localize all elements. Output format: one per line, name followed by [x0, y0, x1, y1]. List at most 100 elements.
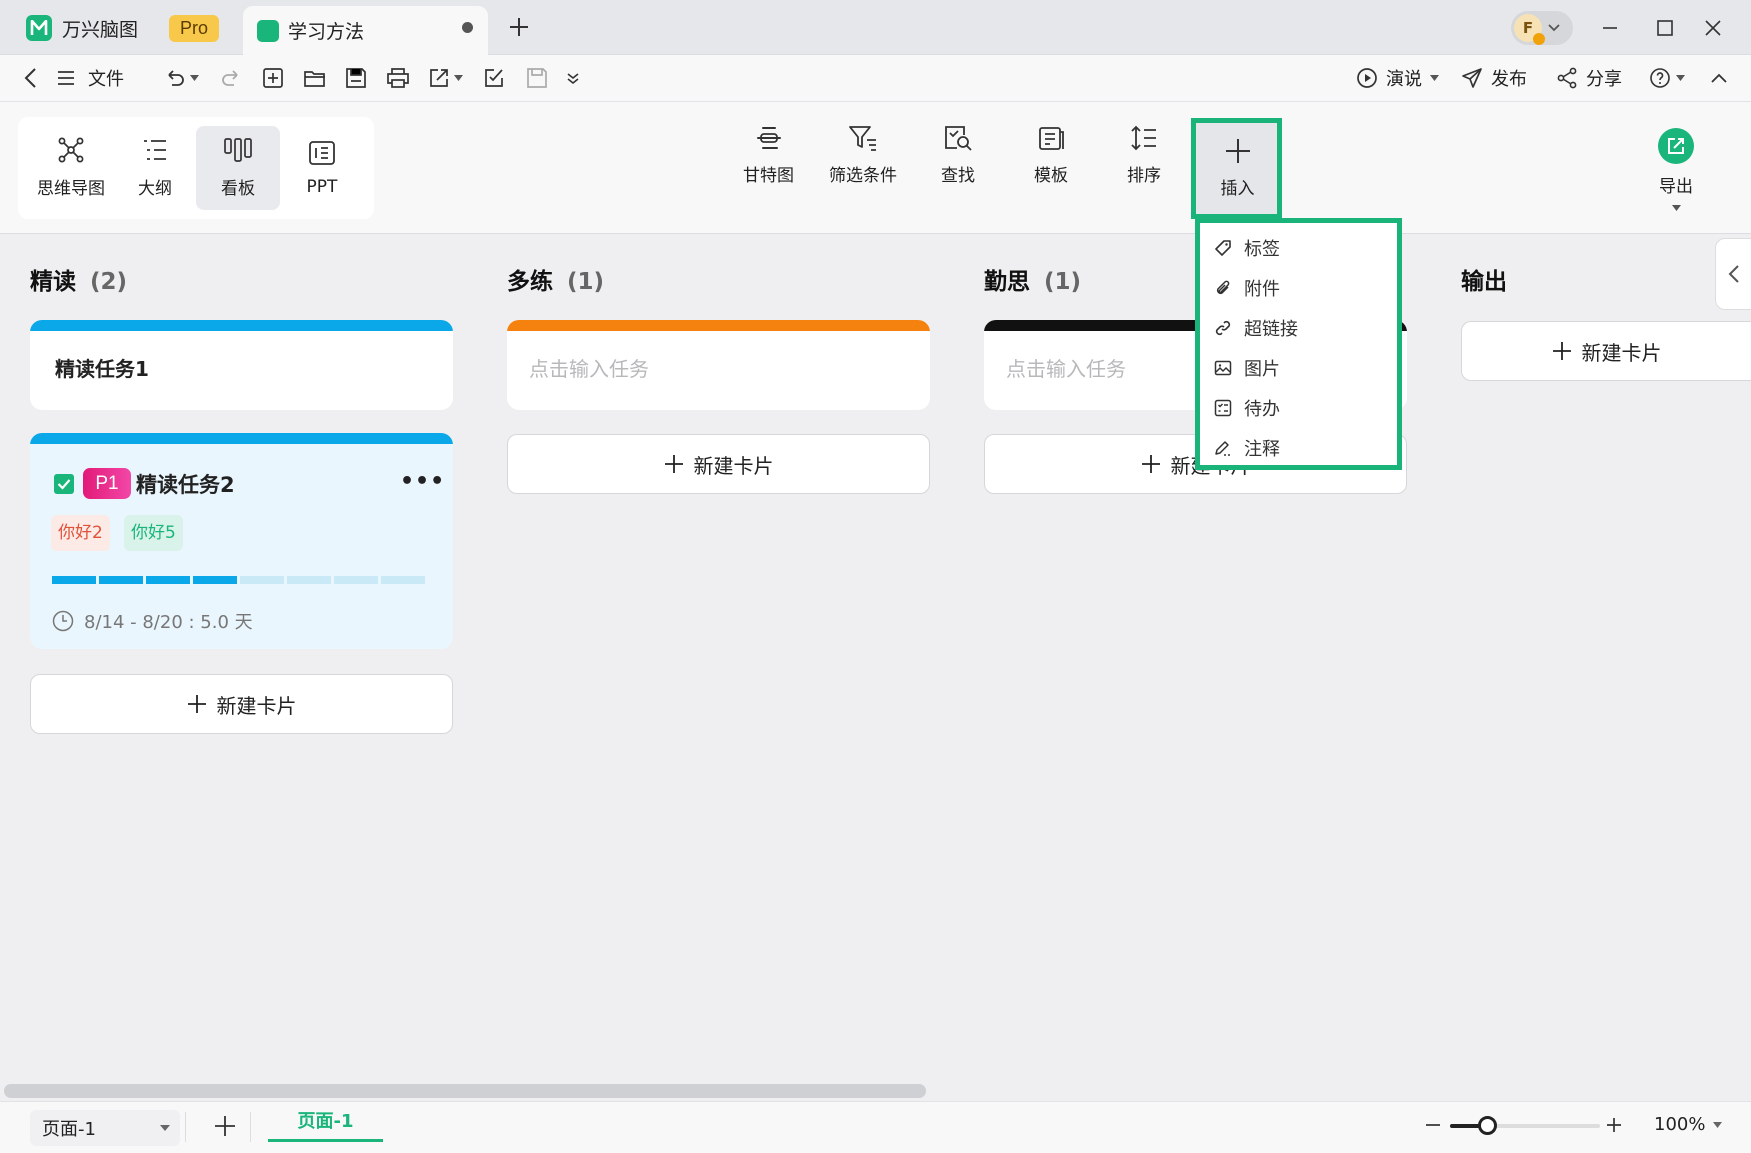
column-count: (1): [1044, 269, 1082, 295]
redo-icon: [222, 70, 238, 86]
open-button[interactable]: [303, 65, 327, 91]
page-select[interactable]: 页面-1: [30, 1110, 180, 1146]
template-button[interactable]: 模板: [1034, 124, 1068, 186]
menu-item-label: 注释: [1244, 439, 1280, 460]
help-button[interactable]: [1649, 65, 1685, 91]
card-placeholder[interactable]: 点击输入任务: [1006, 353, 1126, 382]
close-button[interactable]: [1699, 14, 1727, 42]
plus-icon: [1141, 455, 1160, 473]
view-ppt[interactable]: PPT: [280, 126, 364, 210]
view-mindmap[interactable]: 思维导图: [29, 126, 113, 210]
check-export-button[interactable]: [483, 65, 505, 91]
tag-label[interactable]: 你好2: [51, 515, 110, 551]
gantt-icon: [756, 127, 781, 149]
card-title[interactable]: 精读任务2: [136, 469, 235, 499]
user-menu[interactable]: F: [1511, 11, 1573, 45]
view-kanban[interactable]: 看板: [196, 126, 280, 210]
print-button[interactable]: [386, 65, 410, 91]
new-card-button[interactable]: 新建卡片: [507, 434, 930, 494]
column-header: 精读 (2): [30, 262, 127, 296]
redo-button[interactable]: [220, 65, 242, 91]
page-tab[interactable]: 页面-1: [268, 1108, 383, 1142]
view-outline[interactable]: 大纲: [113, 126, 197, 210]
priority-badge[interactable]: P1: [83, 468, 131, 499]
document-tab[interactable]: 学习方法: [243, 6, 488, 55]
divider: [250, 1112, 251, 1142]
task-checkbox[interactable]: [54, 474, 74, 494]
menu-item-hyperlink[interactable]: 超链接: [1214, 313, 1298, 343]
zoom-slider-handle[interactable]: [1478, 1116, 1497, 1135]
undo-button[interactable]: [164, 65, 199, 91]
chevron-down-icon: [1548, 24, 1560, 32]
new-document-button[interactable]: [262, 65, 284, 91]
side-panel-toggle[interactable]: [1715, 238, 1751, 310]
add-page-button[interactable]: [213, 1114, 237, 1138]
minimize-button[interactable]: [1596, 14, 1624, 42]
share-label: 分享: [1586, 69, 1622, 90]
save-as-button[interactable]: [526, 65, 548, 91]
column-title: 输出: [1461, 269, 1507, 295]
more-quick-button[interactable]: [566, 65, 580, 91]
more-options-icon[interactable]: •••: [400, 469, 445, 494]
view-label: 大纲: [138, 179, 172, 199]
gantt-button[interactable]: 甘特图: [743, 124, 794, 186]
sort-button[interactable]: 排序: [1127, 124, 1161, 186]
file-menu-button[interactable]: 文件: [56, 65, 124, 91]
column-count: (1): [567, 269, 605, 295]
menu-item-todo[interactable]: 待办: [1214, 393, 1280, 423]
menu-item-image[interactable]: 图片: [1214, 353, 1280, 383]
export-button[interactable]: 导出: [1658, 128, 1694, 211]
card-color-bar: [30, 433, 453, 444]
view-switcher: 思维导图 大纲 看板 PPT: [18, 117, 374, 219]
share-button[interactable]: 分享: [1556, 65, 1622, 91]
caret-down-icon: [1430, 75, 1439, 81]
save-icon: [346, 68, 366, 88]
filter-label: 筛选条件: [829, 166, 897, 186]
task-card[interactable]: 精读任务1: [30, 320, 453, 410]
publish-button[interactable]: 发布: [1461, 65, 1527, 91]
card-color-bar: [507, 320, 930, 331]
card-placeholder[interactable]: 点击输入任务: [529, 353, 649, 382]
export-label: 导出: [1659, 177, 1693, 197]
zoom-value: 100%: [1654, 1114, 1706, 1135]
app-name: 万兴脑图: [62, 18, 139, 41]
insert-highlight-frame: [1191, 118, 1282, 219]
plus-icon: [1607, 1118, 1621, 1132]
title-bar: 万兴脑图 Pro 学习方法 F: [0, 0, 1751, 55]
column-title: 勤思: [984, 269, 1030, 295]
horizontal-scrollbar[interactable]: [4, 1084, 926, 1098]
export-quick-button[interactable]: [428, 65, 463, 91]
menu-item-note[interactable]: 注释: [1214, 433, 1280, 463]
plus-icon: [664, 455, 683, 473]
todo-icon: [1214, 399, 1232, 417]
zoom-level-select[interactable]: 100%: [1654, 1114, 1723, 1135]
new-tab-button[interactable]: [505, 13, 533, 41]
pro-badge[interactable]: Pro: [169, 15, 220, 42]
present-button[interactable]: 演说: [1356, 65, 1439, 91]
save-button[interactable]: [345, 65, 367, 91]
new-card-button[interactable]: 新建卡片: [1461, 321, 1751, 381]
find-button[interactable]: 查找: [941, 124, 975, 186]
unsaved-dot-icon[interactable]: [462, 22, 473, 33]
task-card-expanded[interactable]: P1 精读任务2 ••• 你好2 你好5 8/14 - 8/20 : 5.0 天: [30, 433, 453, 649]
card-color-bar: [30, 320, 453, 331]
zoom-out-button[interactable]: [1424, 1116, 1442, 1134]
new-card-button[interactable]: 新建卡片: [30, 674, 453, 734]
task-card[interactable]: 点击输入任务: [507, 320, 930, 410]
app-home-tab[interactable]: 万兴脑图: [26, 10, 138, 46]
view-label: 看板: [221, 179, 255, 199]
zoom-in-button[interactable]: [1605, 1116, 1623, 1134]
app-logo-icon: [26, 15, 52, 41]
menu-item-attachment[interactable]: 附件: [1214, 273, 1280, 303]
menu-item-label: 附件: [1244, 279, 1280, 300]
sort-label: 排序: [1127, 166, 1161, 186]
folder-icon: [304, 71, 325, 87]
new-card-label: 新建卡片: [216, 693, 297, 718]
tag-label[interactable]: 你好5: [124, 515, 183, 551]
filter-button[interactable]: 筛选条件: [829, 124, 897, 186]
gantt-label: 甘特图: [743, 166, 794, 186]
menu-item-tag[interactable]: 标签: [1214, 233, 1280, 263]
back-button[interactable]: [20, 65, 42, 91]
collapse-ribbon-button[interactable]: [1710, 65, 1728, 91]
maximize-button[interactable]: [1651, 14, 1679, 42]
